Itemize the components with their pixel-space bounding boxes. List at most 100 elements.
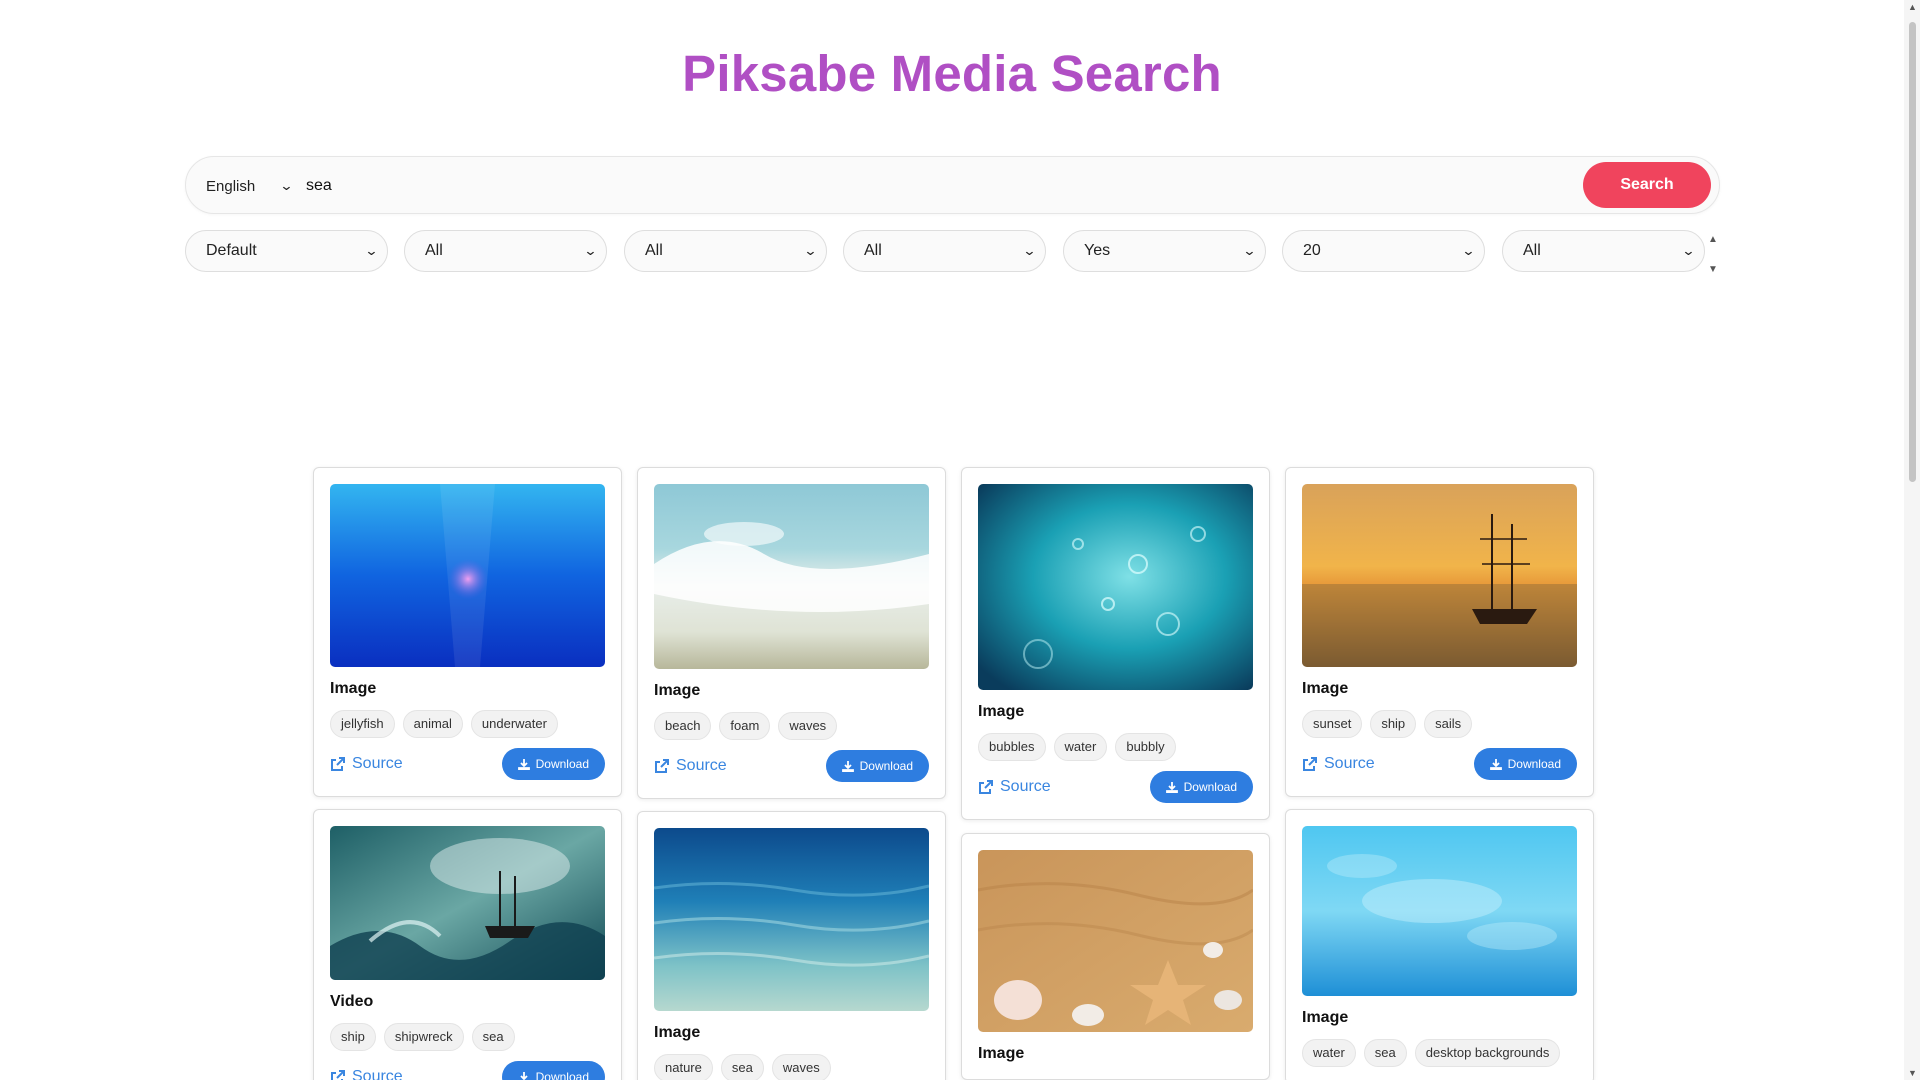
filter-value: All — [425, 242, 443, 259]
shipwreck-storm-thumbnail[interactable] — [330, 826, 605, 980]
tag[interactable]: sea — [471, 1023, 515, 1051]
tag[interactable]: ship — [1370, 710, 1417, 738]
download-icon — [1489, 759, 1502, 770]
download-button[interactable]: Download — [825, 750, 929, 782]
filter-order-select[interactable]: Default ⌄ — [185, 230, 388, 272]
chevron-down-icon: ⌄ — [1022, 243, 1037, 258]
result-card: Image beach foam waves Source Download — [637, 467, 946, 799]
triangle-up-icon[interactable]: ▲ — [1708, 234, 1720, 246]
tag[interactable]: waves — [771, 1054, 831, 1080]
filter-value: Default — [206, 242, 257, 259]
result-card: Image nature sea waves — [637, 811, 946, 1080]
filter-select-3[interactable]: All ⌄ — [624, 230, 827, 272]
tag[interactable]: bubbles — [978, 733, 1046, 761]
tag[interactable]: water — [1053, 733, 1108, 761]
source-link-label: Source — [1000, 778, 1051, 795]
tag[interactable]: sea — [1363, 1039, 1407, 1067]
source-link-label: Source — [1324, 755, 1375, 772]
card-actions: Source Download — [978, 771, 1253, 803]
blue-water-thumbnail[interactable] — [1302, 826, 1577, 996]
download-button-label: Download — [535, 1070, 589, 1080]
download-button[interactable]: Download — [1473, 748, 1577, 780]
card-actions: Source Download — [330, 748, 605, 780]
tag[interactable]: animal — [402, 710, 463, 738]
tag[interactable]: foam — [719, 712, 771, 740]
chevron-down-icon: ⌄ — [1461, 243, 1476, 258]
tag[interactable]: shipwreck — [383, 1023, 464, 1051]
tag[interactable]: bubbly — [1115, 733, 1176, 761]
download-button-label: Download — [1507, 757, 1561, 771]
download-button-label: Download — [859, 759, 913, 773]
media-type-label: Image — [978, 703, 1025, 720]
tag[interactable]: desktop backgrounds — [1414, 1039, 1561, 1067]
tag-list: ship shipwreck sea — [330, 1023, 605, 1051]
media-type-label: Video — [330, 993, 374, 1010]
source-link[interactable]: Source — [978, 778, 1051, 796]
sunset-ship-thumbnail[interactable] — [1302, 484, 1577, 667]
source-link-label: Source — [352, 1068, 403, 1080]
tag[interactable]: sunset — [1302, 710, 1363, 738]
tag[interactable]: ship — [330, 1023, 376, 1051]
chevron-down-icon: ⌄ — [1681, 243, 1696, 258]
source-link[interactable]: Source — [330, 755, 403, 773]
chevron-down-icon: ⌄ — [1242, 243, 1257, 258]
scroll-up-icon[interactable]: ▲ — [1908, 2, 1917, 12]
download-button-label: Download — [1183, 780, 1237, 794]
seashells-sand-thumbnail[interactable] — [978, 850, 1253, 1032]
filter-row-scroller[interactable]: ▲ ▼ — [1708, 234, 1720, 280]
jellyfish-thumbnail[interactable] — [330, 484, 605, 667]
source-link-label: Source — [352, 755, 403, 772]
result-card: Image jellyfish animal underwater Source… — [313, 467, 622, 797]
filter-select-2[interactable]: All ⌄ — [404, 230, 607, 272]
media-type-label: Image — [654, 682, 701, 699]
filter-select-4[interactable]: All ⌄ — [843, 230, 1046, 272]
source-link-label: Source — [676, 757, 727, 774]
tag[interactable]: nature — [654, 1054, 713, 1080]
external-link-icon — [655, 759, 669, 773]
scroll-down-icon[interactable]: ▼ — [1908, 1068, 1917, 1078]
beach-waves-thumbnail[interactable] — [654, 484, 929, 669]
page: Piksabe Media Search English ⌄ Search De… — [0, 0, 1904, 1080]
bubbles-thumbnail[interactable] — [978, 484, 1253, 690]
sea-waves-thumbnail[interactable] — [654, 828, 929, 1011]
source-link[interactable]: Source — [1302, 755, 1375, 773]
source-link[interactable]: Source — [654, 757, 727, 775]
download-button[interactable]: Download — [1149, 771, 1253, 803]
search-bar: English ⌄ Search — [185, 156, 1720, 214]
filter-per-page-select[interactable]: 20 ⌄ — [1282, 230, 1485, 272]
tag[interactable]: sea — [720, 1054, 764, 1080]
tag[interactable]: sails — [1424, 710, 1473, 738]
source-link[interactable]: Source — [330, 1068, 403, 1080]
tag[interactable]: waves — [778, 712, 838, 740]
tag[interactable]: jellyfish — [330, 710, 395, 738]
filter-value: Yes — [1084, 242, 1111, 259]
tag[interactable]: beach — [654, 712, 712, 740]
external-link-icon — [979, 780, 993, 794]
triangle-down-icon[interactable]: ▼ — [1708, 264, 1720, 276]
filter-select-7[interactable]: All ⌄ — [1502, 230, 1705, 272]
download-icon — [841, 761, 854, 772]
download-button[interactable]: Download — [501, 748, 605, 780]
scrollbar-thumb[interactable] — [1909, 22, 1916, 482]
search-button[interactable]: Search — [1583, 162, 1711, 208]
language-select[interactable]: English ⌄ — [206, 171, 294, 201]
tag-list: jellyfish animal underwater — [330, 710, 605, 738]
tag-list: sunset ship sails — [1302, 710, 1577, 738]
result-card: Image — [961, 833, 1270, 1080]
download-icon — [1165, 782, 1178, 793]
download-icon — [519, 1072, 528, 1080]
download-button-label: Download — [535, 757, 589, 771]
media-type-label: Image — [978, 1045, 1025, 1062]
download-button[interactable]: Download — [501, 1061, 605, 1080]
tag[interactable]: underwater — [470, 710, 558, 738]
filter-select-5[interactable]: Yes ⌄ — [1063, 230, 1266, 272]
external-link-icon — [331, 757, 345, 771]
card-actions: Source Download — [1302, 748, 1577, 780]
page-scrollbar[interactable]: ▲ ▼ — [1904, 0, 1920, 1080]
page-title: Piksabe Media Search — [682, 45, 1222, 102]
chevron-down-icon: ⌄ — [364, 243, 379, 258]
filter-value: 20 — [1303, 242, 1321, 259]
result-card: Image bubbles water bubbly Source Downlo… — [961, 467, 1270, 820]
tag[interactable]: water — [1302, 1039, 1356, 1067]
search-input[interactable] — [306, 169, 1446, 203]
